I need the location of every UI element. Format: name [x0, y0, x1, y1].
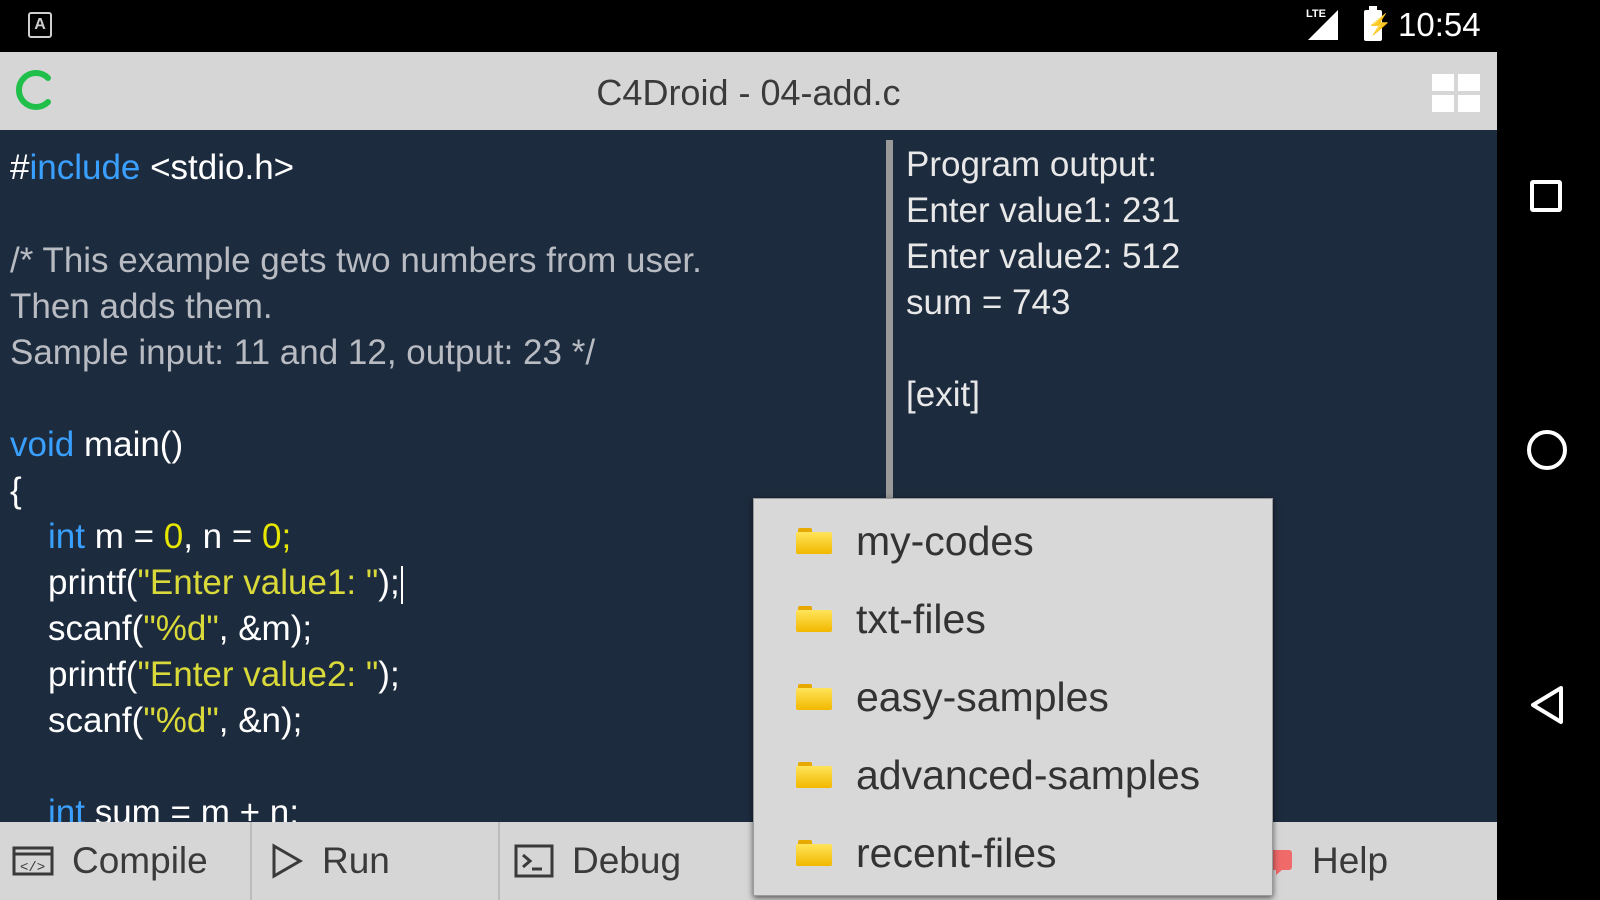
- notification-icon: A: [28, 12, 52, 38]
- toolbar-divider: [250, 822, 252, 900]
- help-label: Help: [1312, 840, 1389, 881]
- files-dropdown-menu: my-codes txt-files easy-samples advanced…: [753, 498, 1273, 896]
- text-cursor: [400, 565, 403, 604]
- menu-item-advanced-samples[interactable]: advanced-samples: [754, 736, 1274, 814]
- code-line: #include <stdio.h>: [10, 148, 295, 187]
- toolbar-divider: [498, 822, 500, 900]
- svg-text:</>: </>: [20, 860, 45, 876]
- menu-item-label: recent-files: [856, 829, 1057, 876]
- folder-icon: [796, 528, 832, 554]
- output-line: Enter value2: 512: [906, 237, 1181, 276]
- folder-icon: [796, 606, 832, 632]
- compile-icon: </>: [12, 846, 54, 876]
- status-bar: A LTE ⚡ 10:54: [0, 0, 1497, 52]
- output-line: sum = 743: [906, 283, 1071, 322]
- code-line: scanf("%d", &m);: [48, 609, 313, 648]
- play-icon: [272, 843, 304, 879]
- menu-item-txt-files[interactable]: txt-files: [754, 580, 1274, 658]
- code-line: int m = 0, n = 0;: [48, 517, 292, 556]
- code-line: Then adds them.: [10, 287, 273, 326]
- status-time: 10:54: [1398, 6, 1481, 43]
- folder-icon: [796, 840, 832, 866]
- menu-item-label: my-codes: [856, 517, 1034, 564]
- code-line: scanf("%d", &n);: [48, 701, 303, 740]
- grid-menu-icon[interactable]: [1432, 74, 1482, 114]
- network-type-label: LTE: [1306, 8, 1326, 20]
- help-button[interactable]: Help: [1268, 822, 1488, 900]
- run-button[interactable]: Run: [270, 822, 498, 900]
- code-line: Sample input: 11 and 12, output: 23 */: [10, 333, 596, 372]
- program-output-panel: Program output: Enter value1: 231 Enter …: [906, 130, 1486, 550]
- back-button[interactable]: [1527, 684, 1567, 726]
- folder-icon: [796, 762, 832, 788]
- code-line: int sum = m + n;: [48, 793, 299, 822]
- compile-label: Compile: [72, 840, 208, 881]
- folder-icon: [796, 684, 832, 710]
- code-line: printf("Enter value2: ");: [48, 655, 400, 694]
- menu-item-recent-files[interactable]: recent-files: [754, 814, 1274, 892]
- output-line: Program output:: [906, 145, 1157, 184]
- charging-icon: ⚡: [1367, 14, 1392, 36]
- compile-button[interactable]: </> Compile: [12, 822, 250, 900]
- run-label: Run: [322, 840, 390, 881]
- menu-item-label: advanced-samples: [856, 751, 1201, 798]
- code-line: /* This example gets two numbers from us…: [10, 241, 702, 280]
- menu-item-easy-samples[interactable]: easy-samples: [754, 658, 1274, 736]
- recents-button[interactable]: [1530, 180, 1562, 212]
- output-line: [exit]: [906, 375, 980, 414]
- title-bar: C4Droid - 04-add.c: [0, 52, 1497, 130]
- debug-button[interactable]: Debug: [514, 822, 750, 900]
- output-line: Enter value1: 231: [906, 191, 1181, 230]
- home-button[interactable]: [1527, 430, 1567, 470]
- menu-item-label: txt-files: [856, 595, 986, 642]
- pane-divider[interactable]: [886, 140, 893, 500]
- terminal-icon: [514, 844, 554, 878]
- navigation-bar: [1497, 0, 1600, 900]
- code-line: {: [10, 471, 22, 510]
- debug-label: Debug: [572, 840, 682, 881]
- code-line: void main(): [10, 425, 184, 464]
- code-line: printf("Enter value1: ");: [48, 560, 403, 606]
- menu-item-my-codes[interactable]: my-codes: [754, 502, 1274, 580]
- menu-item-label: easy-samples: [856, 673, 1109, 720]
- page-title: C4Droid - 04-add.c: [596, 72, 901, 113]
